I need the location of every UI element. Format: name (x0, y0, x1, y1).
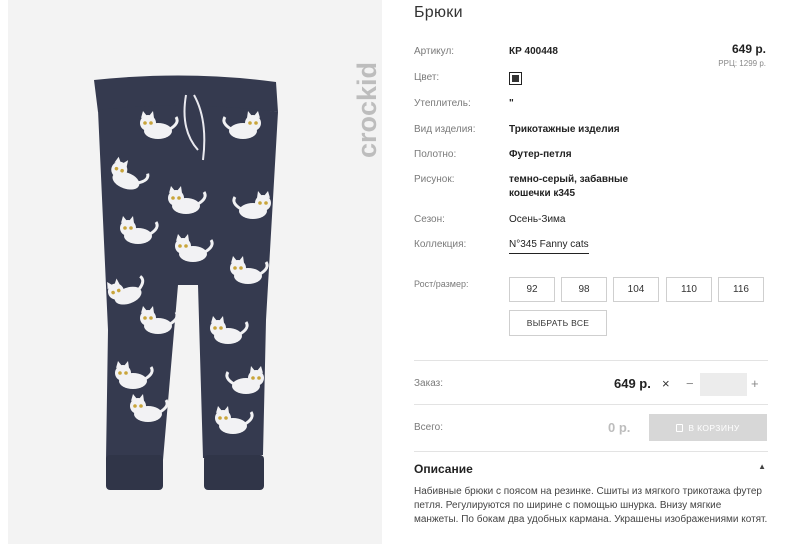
product-details-panel: Брюки 649 р. РРЦ: 1299 р. Артикул: КР 40… (414, 0, 768, 544)
pants-illustration (94, 75, 278, 490)
size-label: Рост/размер: (414, 279, 469, 289)
spec-label: Коллекция: (414, 239, 467, 250)
spec-value: темно-серый, забавные (509, 174, 629, 185)
divider (414, 360, 768, 361)
quantity-input[interactable] (700, 373, 747, 396)
product-price: 649 р. (731, 42, 766, 56)
spec-label: Утеплитель: (414, 98, 471, 109)
spec-label: Вид изделия: (414, 124, 476, 135)
description-text: Набивные брюки с поясом на резинке. Сшит… (414, 486, 768, 525)
plus-icon[interactable]: + (751, 376, 759, 391)
spec-value: Трикотажные изделия (509, 124, 620, 135)
order-label: Заказ: (414, 378, 444, 389)
cart-button-label: В КОРЗИНУ (688, 422, 740, 433)
size-option-98[interactable]: 98 (561, 277, 607, 302)
spec-label: Цвет: (414, 72, 440, 83)
total-label: Всего: (414, 422, 443, 433)
add-to-cart-button[interactable]: В КОРЗИНУ (649, 414, 767, 441)
order-price: 649 р. (614, 376, 651, 391)
select-all-sizes-button[interactable]: ВЫБРАТЬ ВСЕ (509, 310, 607, 336)
spec-label: Рисунок: (414, 174, 455, 185)
spec-value: Осень-Зима (509, 214, 566, 225)
size-option-92[interactable]: 92 (509, 277, 555, 302)
size-option-116[interactable]: 116 (718, 277, 764, 302)
crockid-logo: crockid (352, 62, 382, 158)
caret-up-icon[interactable]: ▲ (758, 462, 766, 471)
rrp-price: РРЦ: 1299 р. (718, 59, 766, 68)
size-option-110[interactable]: 110 (666, 277, 712, 302)
divider (414, 404, 768, 405)
collection-link[interactable]: N°345 Fanny cats (509, 239, 589, 254)
spec-value: КР 400448 (509, 46, 558, 57)
total-value: 0 р. (608, 420, 631, 435)
size-option-104[interactable]: 104 (613, 277, 659, 302)
spec-value: " (509, 98, 514, 109)
product-image[interactable]: crockid (8, 0, 382, 544)
bag-icon (676, 423, 684, 432)
product-title: Брюки (414, 4, 463, 21)
svg-text:crockid: crockid (352, 62, 382, 158)
description-title[interactable]: Описание (414, 462, 473, 476)
minus-icon[interactable]: − (686, 376, 694, 391)
spec-value: кошечки к345 (509, 188, 576, 199)
times-icon: × (662, 376, 670, 391)
spec-label: Полотно: (414, 149, 457, 160)
color-swatch[interactable] (509, 72, 522, 85)
spec-label: Артикул: (414, 46, 455, 57)
spec-value: Футер-петля (509, 149, 572, 160)
spec-label: Сезон: (414, 214, 445, 225)
divider (414, 451, 768, 452)
